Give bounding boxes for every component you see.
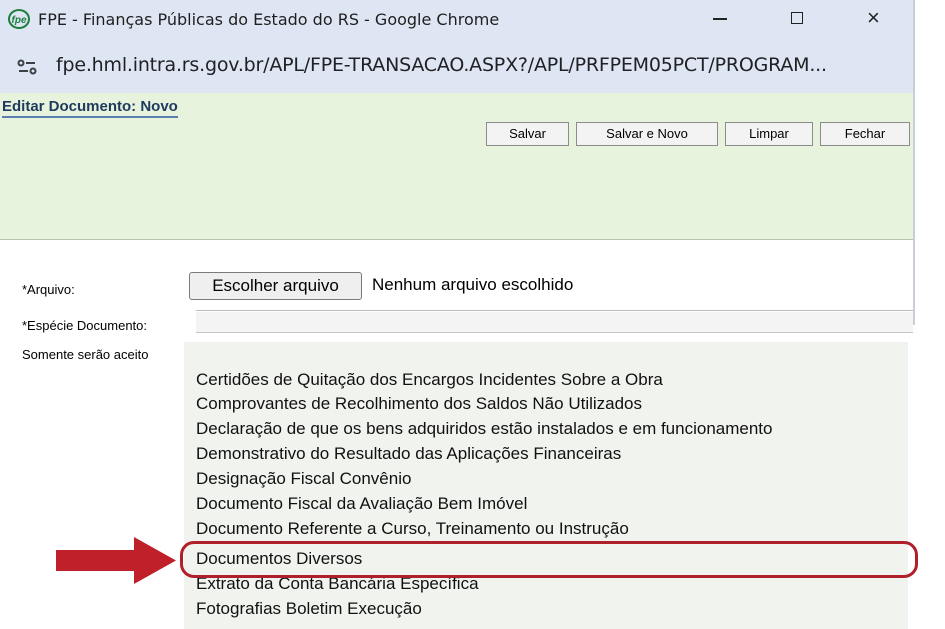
red-arrow-icon [56,537,176,584]
accepted-files-note: Somente serão aceito [22,347,149,362]
address-bar[interactable]: fpe.hml.intra.rs.gov.br/APL/FPE-TRANSACA… [0,40,913,93]
dropdown-option[interactable]: Declaração de que os bens adquiridos est… [196,419,772,439]
window-title: FPE - Finanças Públicas do Estado do RS … [38,10,500,29]
window-title-bar[interactable]: fpe FPE - Finanças Públicas do Estado do… [0,0,913,40]
dropdown-option[interactable]: Fotografias Boletim Execução [196,599,422,619]
choose-file-button[interactable]: Escolher arquivo [189,272,362,300]
dropdown-option[interactable]: Designação Fiscal Convênio [196,469,411,489]
highlight-outline [180,541,918,578]
window-border [913,0,915,325]
file-status-text: Nenhum arquivo escolhido [372,275,574,294]
divider [196,310,913,311]
minimize-button[interactable] [700,4,740,34]
close-icon: × [867,5,880,30]
dropdown-option[interactable]: Documento Fiscal da Avaliação Bem Imóvel [196,494,527,514]
url-text[interactable]: fpe.hml.intra.rs.gov.br/APL/FPE-TRANSACA… [56,54,827,76]
fpe-logo-icon: fpe [8,9,30,29]
dropdown-option[interactable]: Documento Referente a Curso, Treinamento… [196,519,629,539]
save-button[interactable]: Salvar [486,122,569,146]
dropdown-option[interactable]: Certidões de Quitação dos Encargos Incid… [196,370,663,390]
especie-documento-select[interactable] [196,312,913,333]
maximize-button[interactable] [777,4,817,34]
especie-documento-dropdown-list[interactable]: Certidões de Quitação dos Encargos Incid… [184,342,908,629]
close-button[interactable]: Fechar [820,122,910,146]
dropdown-option[interactable]: Comprovantes de Recolhimento dos Saldos … [196,394,642,414]
save-and-new-button[interactable]: Salvar e Novo [576,122,718,146]
dropdown-option[interactable]: Demonstrativo do Resultado das Aplicaçõe… [196,444,621,464]
site-settings-icon[interactable] [15,55,39,79]
close-window-button[interactable]: × [855,4,895,34]
especie-documento-label: *Espécie Documento: [22,318,148,333]
arquivo-label: *Arquivo: [22,282,75,297]
page-title: Editar Documento: Novo [2,98,178,118]
minimize-icon [713,18,727,20]
form-header: Editar Documento: Novo Salvar Salvar e N… [0,93,913,240]
clear-button[interactable]: Limpar [725,122,813,146]
maximize-icon [791,12,803,24]
